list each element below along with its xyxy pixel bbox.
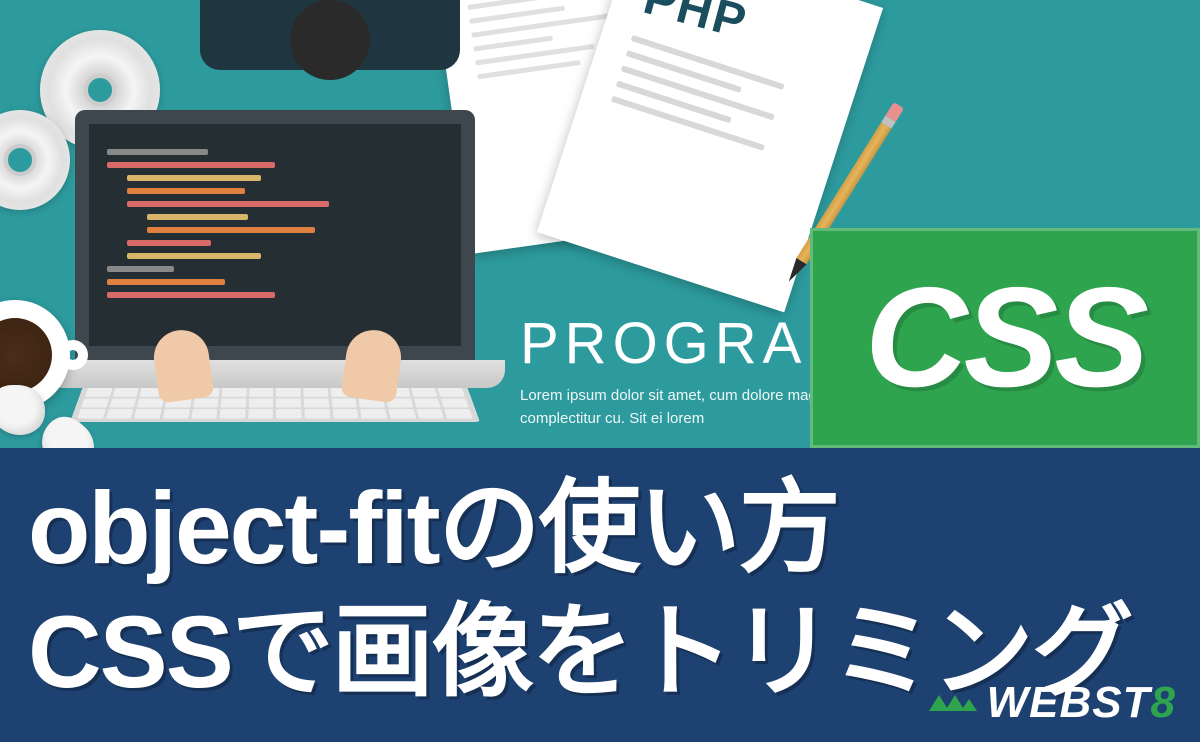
banner-line-1: object-fitの使い方 (28, 466, 1172, 590)
person-illustration (200, 0, 460, 100)
logo-mark-icon (923, 683, 981, 723)
webst8-logo: WEBST8 (923, 678, 1176, 728)
css-badge-label: CSS (865, 256, 1145, 420)
logo-text: WEBST8 (987, 678, 1176, 728)
css-badge: CSS (810, 228, 1200, 448)
laptop-illustration (45, 110, 505, 450)
laptop-screen (75, 110, 475, 360)
